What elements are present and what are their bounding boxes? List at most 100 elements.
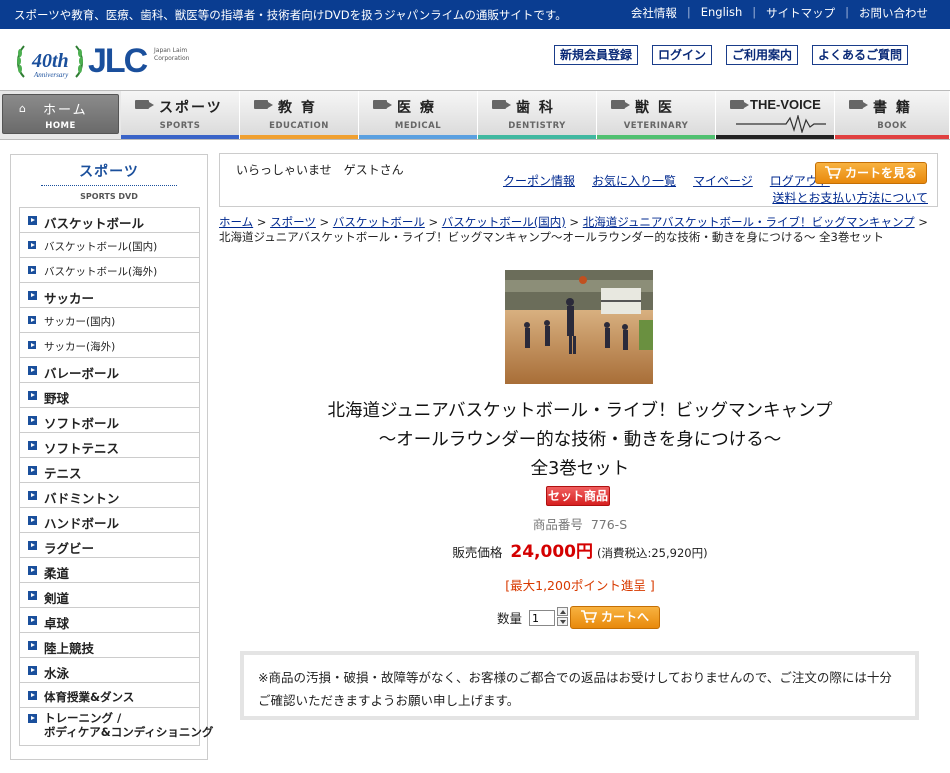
company-info-link[interactable]: 会社情報 — [621, 5, 687, 21]
breadcrumb-home[interactable]: ホーム — [219, 215, 253, 229]
breadcrumb: ホーム > スポーツ > バスケットボール > バスケットボール(国内) > 北… — [219, 215, 928, 244]
top-info-bar: スポーツや教育、医療、歯科、獣医等の指導者・技術者向けDVDを扱うジャパンライム… — [0, 0, 950, 29]
breadcrumb-basketball[interactable]: バスケットボール — [333, 215, 425, 229]
sidebar-item-label: サッカー — [44, 291, 95, 306]
product-price: 販売価格 24,000円 (消費税込:25,920円) — [452, 542, 708, 562]
sidebar-item[interactable]: トレーニング / ボディケア&コンディショニング — [19, 708, 213, 746]
arrow-right-icon — [28, 616, 37, 625]
video-icon — [849, 100, 869, 109]
faq-button[interactable]: よくあるご質問 — [811, 45, 908, 65]
breadcrumb-basketball-domestic[interactable]: バスケットボール(国内) — [442, 215, 566, 229]
nav-the-voice[interactable]: THE-VOICE — [716, 91, 836, 139]
nav-sports[interactable]: スポーツ SPORTS — [121, 91, 241, 139]
sidebar-title: スポーツ — [79, 164, 139, 180]
video-icon — [373, 100, 393, 109]
sidebar-item[interactable]: ラグビー — [19, 533, 200, 558]
sidebar-item[interactable]: 卓球 — [19, 608, 200, 633]
nav-home[interactable]: ⌂ ホーム HOME — [2, 94, 120, 134]
sidebar-item-label: ラグビー — [44, 541, 95, 556]
sidebar-item-label: トレーニング / ボディケア&コンディショニング — [44, 711, 214, 739]
home-icon: ⌂ — [19, 102, 26, 115]
sidebar-item-label: バドミントン — [44, 491, 120, 506]
video-icon — [135, 100, 155, 109]
arrow-right-icon — [28, 416, 37, 425]
sidebar-item-label: 柔道 — [44, 566, 70, 581]
sidebar-item[interactable]: ソフトテニス — [19, 433, 200, 458]
sidebar-item[interactable]: ハンドボール — [19, 508, 200, 533]
shipping-payment-link[interactable]: 送料とお支払い方法について — [772, 189, 928, 206]
sidebar-item[interactable]: ソフトボール — [19, 408, 200, 433]
product-title: 北海道ジュニアバスケットボール・ライブ！ビッグマンキャンプ ～オールラウンダー的… — [327, 401, 833, 479]
nav-dentistry[interactable]: 歯 科 DENTISTRY — [478, 91, 598, 139]
sidebar-item[interactable]: バスケットボール(海外) — [19, 258, 200, 283]
sidebar-item-label: ソフトテニス — [44, 441, 120, 456]
anniversary-laurel-icon: 40th Anniversary — [17, 45, 83, 79]
favorites-link[interactable]: お気に入り一覧 — [592, 172, 676, 189]
sidebar-item[interactable]: バスケットボール — [19, 208, 200, 233]
sidebar-item-label: 水泳 — [44, 666, 70, 681]
add-to-cart-button[interactable]: カートへ — [570, 606, 660, 629]
sidebar-item[interactable]: サッカー — [19, 283, 200, 308]
site-description: スポーツや教育、医療、歯科、獣医等の指導者・技術者向けDVDを扱うジャパンライム… — [14, 8, 567, 22]
login-button[interactable]: ログイン — [651, 45, 712, 65]
sidebar-item-label: サッカー(海外) — [44, 341, 116, 353]
category-nav: ⌂ ホーム HOME スポーツ SPORTS 教 育 EDUCATION 医 療… — [0, 90, 950, 140]
coupon-link[interactable]: クーポン情報 — [503, 172, 575, 189]
sidebar-item[interactable]: サッカー(国内) — [19, 308, 200, 333]
nav-color-bar — [478, 135, 597, 139]
arrow-right-icon — [28, 366, 37, 375]
sidebar-item-label: バレーボール — [44, 366, 120, 381]
sidebar-item-label: ハンドボール — [44, 516, 120, 531]
product-code: 商品番号 776-S — [532, 517, 628, 532]
arrow-right-icon — [28, 541, 37, 550]
sidebar-item[interactable]: バスケットボール(国内) — [19, 233, 200, 258]
sidebar-item[interactable]: 剣道 — [19, 583, 200, 608]
sidebar-item[interactable]: 柔道 — [19, 558, 200, 583]
breadcrumb-current: 北海道ジュニアバスケットボール・ライブ！ビッグマンキャンプ～オールラウンダー的な… — [219, 230, 884, 244]
site-logo[interactable]: 40th Anniversary JLC Japan Laim Corporat… — [14, 41, 194, 81]
sidebar-item-label: 卓球 — [44, 616, 70, 631]
sidebar-item[interactable]: 陸上競技 — [19, 633, 200, 658]
svg-text:Anniversary: Anniversary — [33, 71, 69, 79]
sidebar-item-label: 体育授業&ダンス — [44, 690, 135, 704]
sidebar-item[interactable]: 体育授業&ダンス — [19, 683, 200, 708]
sidebar-item[interactable]: 水泳 — [19, 658, 200, 683]
arrow-right-icon — [28, 266, 36, 274]
quantity-down-button[interactable] — [557, 617, 568, 626]
sitemap-link[interactable]: サイトマップ — [756, 5, 845, 21]
guide-button[interactable]: ご利用案内 — [725, 45, 798, 65]
sidebar-item-label: バスケットボール — [44, 216, 145, 231]
welcome-box: いらっしゃいませ ゲストさん クーポン情報 お気に入り一覧 マイページ ログアウ… — [219, 153, 938, 207]
quantity-up-button[interactable] — [557, 607, 568, 616]
arrow-right-icon — [28, 641, 37, 650]
nav-medical[interactable]: 医 療 MEDICAL — [359, 91, 479, 139]
quantity-label: 数量 — [497, 611, 523, 626]
contact-link[interactable]: お問い合わせ — [849, 5, 938, 21]
svg-text:40th: 40th — [31, 50, 69, 72]
breadcrumb-sports[interactable]: スポーツ — [270, 215, 316, 229]
sidebar-item[interactable]: バドミントン — [19, 483, 200, 508]
english-link[interactable]: English — [691, 5, 753, 21]
nav-education[interactable]: 教 育 EDUCATION — [240, 91, 360, 139]
mypage-link[interactable]: マイページ — [693, 172, 753, 189]
arrow-right-icon — [28, 216, 37, 225]
breadcrumb-series[interactable]: 北海道ジュニアバスケットボール・ライブ！ビッグマンキャンプ — [583, 215, 915, 229]
quantity-input[interactable] — [529, 610, 555, 626]
product-image[interactable] — [505, 270, 653, 384]
arrow-right-icon — [28, 441, 37, 450]
sidebar-item-label: 野球 — [44, 391, 70, 406]
nav-color-bar — [240, 135, 359, 139]
cart-icon — [580, 610, 597, 623]
nav-book[interactable]: 書 籍 BOOK — [835, 91, 950, 139]
nav-color-bar — [597, 135, 716, 139]
sidebar-item[interactable]: テニス — [19, 458, 200, 483]
sidebar-item[interactable]: サッカー(海外) — [19, 333, 200, 358]
sidebar-item[interactable]: 野球 — [19, 383, 200, 408]
view-cart-button[interactable]: カートを見る — [815, 162, 927, 184]
sidebar-item-label: ソフトボール — [44, 416, 120, 431]
arrow-right-icon — [28, 341, 36, 349]
sidebar-item[interactable]: バレーボール — [19, 358, 200, 383]
nav-veterinary[interactable]: 獣 医 VETERINARY — [597, 91, 717, 139]
logo-corp-name: Japan Laim Corporation — [154, 47, 190, 62]
register-button[interactable]: 新規会員登録 — [553, 45, 638, 65]
